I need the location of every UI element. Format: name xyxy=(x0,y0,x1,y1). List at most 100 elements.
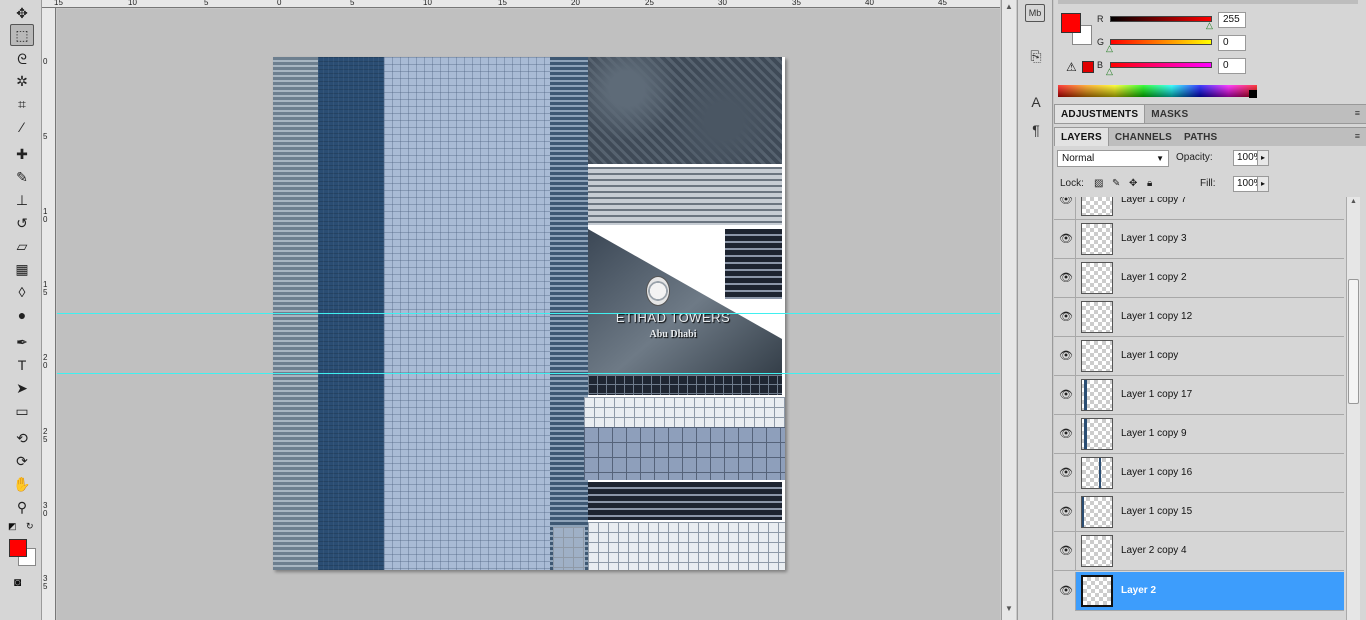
visibility-toggle[interactable]: 👁︎ xyxy=(1054,376,1076,415)
scroll-up-icon[interactable]: ▲ xyxy=(1005,2,1013,11)
tab-layers[interactable]: LAYERS xyxy=(1054,128,1109,146)
visibility-toggle[interactable]: 👁︎ xyxy=(1054,454,1076,493)
canvas-area[interactable]: ETIHAD TOWERS Abu Dhabi xyxy=(57,9,1000,620)
layer-row[interactable]: 👁︎ Layer 1 copy 7 xyxy=(1054,197,1344,220)
gamut-color-swatch[interactable] xyxy=(1082,61,1094,73)
layer-row[interactable]: 👁︎ Layer 1 copy 12 xyxy=(1054,298,1344,337)
tab-paths[interactable]: PATHS xyxy=(1178,128,1223,146)
paragraph-icon[interactable]: ¶ xyxy=(1025,120,1047,140)
scroll-down-icon[interactable]: ▼ xyxy=(1005,604,1013,613)
g-value-field[interactable]: 0 xyxy=(1218,35,1246,51)
history-brush-tool-icon[interactable]: ↺ xyxy=(10,212,34,234)
path-selection-tool-icon[interactable]: ➤ xyxy=(10,377,34,399)
eraser-tool-icon[interactable]: ▱ xyxy=(10,235,34,257)
healing-brush-tool-icon[interactable]: ✚ xyxy=(10,143,34,165)
visibility-toggle[interactable]: 👁︎ xyxy=(1054,197,1076,220)
blur-tool-icon[interactable]: ◊ xyxy=(10,281,34,303)
layer-row[interactable]: 👁︎ Layer 1 copy 16 xyxy=(1054,454,1344,493)
layers-scrollbar[interactable]: ▲ xyxy=(1346,197,1360,620)
layer-row[interactable]: 👁︎ Layer 1 copy 3 xyxy=(1054,220,1344,259)
visibility-toggle[interactable]: 👁︎ xyxy=(1054,532,1076,571)
canvas-vertical-scrollbar[interactable]: ▲ ▼ xyxy=(1001,0,1016,620)
3d-rotate-tool-icon[interactable]: ⟲ xyxy=(10,427,34,449)
r-slider-handle-icon[interactable]: △ xyxy=(1206,20,1213,31)
quick-mask-icon[interactable]: ◙ xyxy=(14,575,21,589)
guide-line[interactable] xyxy=(57,373,1000,374)
dodge-tool-icon[interactable]: ● xyxy=(10,304,34,326)
default-colors-icon[interactable]: ◩ xyxy=(8,521,17,532)
b-slider[interactable] xyxy=(1110,62,1212,68)
layers-scroll-thumb[interactable] xyxy=(1348,279,1359,404)
tab-channels[interactable]: CHANNELS xyxy=(1109,128,1178,146)
visibility-toggle[interactable]: 👁︎ xyxy=(1054,259,1076,298)
opacity-slider-button[interactable]: ▸ xyxy=(1257,150,1269,166)
lock-image-icon[interactable]: ✎ xyxy=(1112,178,1120,189)
horizontal-ruler[interactable]: 15 10 5 0 5 10 15 20 25 30 35 40 45 xyxy=(42,0,1000,8)
visibility-toggle[interactable]: 👁︎ xyxy=(1054,415,1076,454)
layer-thumbnail xyxy=(1081,223,1113,255)
crop-tool-icon[interactable]: ⌗ xyxy=(10,93,34,115)
ruler-label: 1 5 xyxy=(43,280,48,297)
guide-line[interactable] xyxy=(57,313,1000,314)
lasso-tool-icon[interactable]: ᘓ xyxy=(10,48,34,70)
b-value-field[interactable]: 0 xyxy=(1218,58,1246,74)
lock-transparent-icon[interactable]: ▨ xyxy=(1094,178,1103,189)
color-panel-tabs[interactable] xyxy=(1058,0,1358,4)
hand-tool-icon[interactable]: ✋ xyxy=(10,473,34,495)
g-slider-handle-icon[interactable]: △ xyxy=(1106,43,1113,54)
layer-row-selected[interactable]: 👁︎ Layer 2 xyxy=(1054,572,1344,611)
eyedropper-tool-icon[interactable]: ⁄ xyxy=(10,116,34,138)
move-tool-icon[interactable]: ✥ xyxy=(10,2,34,24)
r-slider[interactable] xyxy=(1110,16,1212,22)
clone-stamp-tool-icon[interactable]: ⊥ xyxy=(10,189,34,211)
brush-tool-icon[interactable]: ✎ xyxy=(10,166,34,188)
lock-all-icon[interactable]: 🔒︎ xyxy=(1147,178,1152,189)
g-slider[interactable] xyxy=(1110,39,1212,45)
layer-row[interactable]: 👁︎ Layer 1 copy 9 xyxy=(1054,415,1344,454)
swap-colors-icon[interactable]: ↻ xyxy=(26,521,34,532)
3d-orbit-tool-icon[interactable]: ⟳ xyxy=(10,450,34,472)
layer-row[interactable]: 👁︎ Layer 2 copy 4 xyxy=(1054,532,1344,571)
eye-icon: 👁︎ xyxy=(1059,545,1073,557)
layer-row[interactable]: 👁︎ Layer 1 copy 2 xyxy=(1054,259,1344,298)
layer-thumbnail xyxy=(1081,535,1113,567)
type-tool-icon[interactable]: T xyxy=(10,354,34,376)
b-slider-handle-icon[interactable]: △ xyxy=(1106,66,1113,77)
blend-mode-select[interactable]: Normal ▼ xyxy=(1057,150,1169,167)
magic-wand-tool-icon[interactable]: ✲ xyxy=(10,70,34,92)
layer-row[interactable]: 👁︎ Layer 1 copy xyxy=(1054,337,1344,376)
panel-menu-icon[interactable]: ≡ xyxy=(1355,108,1360,118)
marquee-tool-icon[interactable]: ⬚ xyxy=(10,24,34,46)
visibility-toggle[interactable]: 👁︎ xyxy=(1054,337,1076,376)
fill-slider-button[interactable]: ▸ xyxy=(1257,176,1269,192)
tab-masks[interactable]: MASKS xyxy=(1145,105,1194,123)
ruler-label: 5 xyxy=(43,132,48,141)
color-panel-foreground-swatch[interactable] xyxy=(1061,13,1081,33)
mini-bridge-icon[interactable]: Mb xyxy=(1025,4,1045,22)
visibility-toggle[interactable]: 👁︎ xyxy=(1054,572,1076,611)
black-swatch[interactable] xyxy=(1249,90,1257,98)
tab-adjustments[interactable]: ADJUSTMENTS xyxy=(1054,105,1146,123)
visibility-toggle[interactable]: 👁︎ xyxy=(1054,298,1076,337)
out-of-gamut-warning-icon[interactable]: ⚠ xyxy=(1066,60,1077,74)
gradient-tool-icon[interactable]: ▦ xyxy=(10,258,34,280)
texture-dark-strip xyxy=(588,375,782,395)
zoom-tool-icon[interactable]: ⚲ xyxy=(10,496,34,518)
vertical-ruler[interactable]: 0 5 1 0 1 5 2 0 2 5 3 0 3 5 xyxy=(42,8,56,620)
visibility-toggle[interactable]: 👁︎ xyxy=(1054,493,1076,532)
r-value-field[interactable]: 255 xyxy=(1218,12,1246,28)
layers-tabbar: LAYERS CHANNELS PATHS ≡ xyxy=(1054,127,1366,147)
pen-tool-icon[interactable]: ✒ xyxy=(10,331,34,353)
history-icon[interactable]: ⎘ xyxy=(1025,46,1047,66)
panel-menu-icon[interactable]: ≡ xyxy=(1355,131,1360,141)
lock-position-icon[interactable]: ✥ xyxy=(1129,178,1137,189)
character-icon[interactable]: A xyxy=(1025,92,1047,112)
visibility-toggle[interactable]: 👁︎ xyxy=(1054,220,1076,259)
layer-row[interactable]: 👁︎ Layer 1 copy 17 xyxy=(1054,376,1344,415)
rectangle-tool-icon[interactable]: ▭ xyxy=(10,400,34,422)
color-spectrum-bar[interactable] xyxy=(1058,85,1257,97)
layer-thumbnail xyxy=(1081,197,1113,216)
layer-row[interactable]: 👁︎ Layer 1 copy 15 xyxy=(1054,493,1344,532)
foreground-color-swatch[interactable] xyxy=(9,539,27,557)
scroll-up-icon[interactable]: ▲ xyxy=(1350,198,1357,205)
